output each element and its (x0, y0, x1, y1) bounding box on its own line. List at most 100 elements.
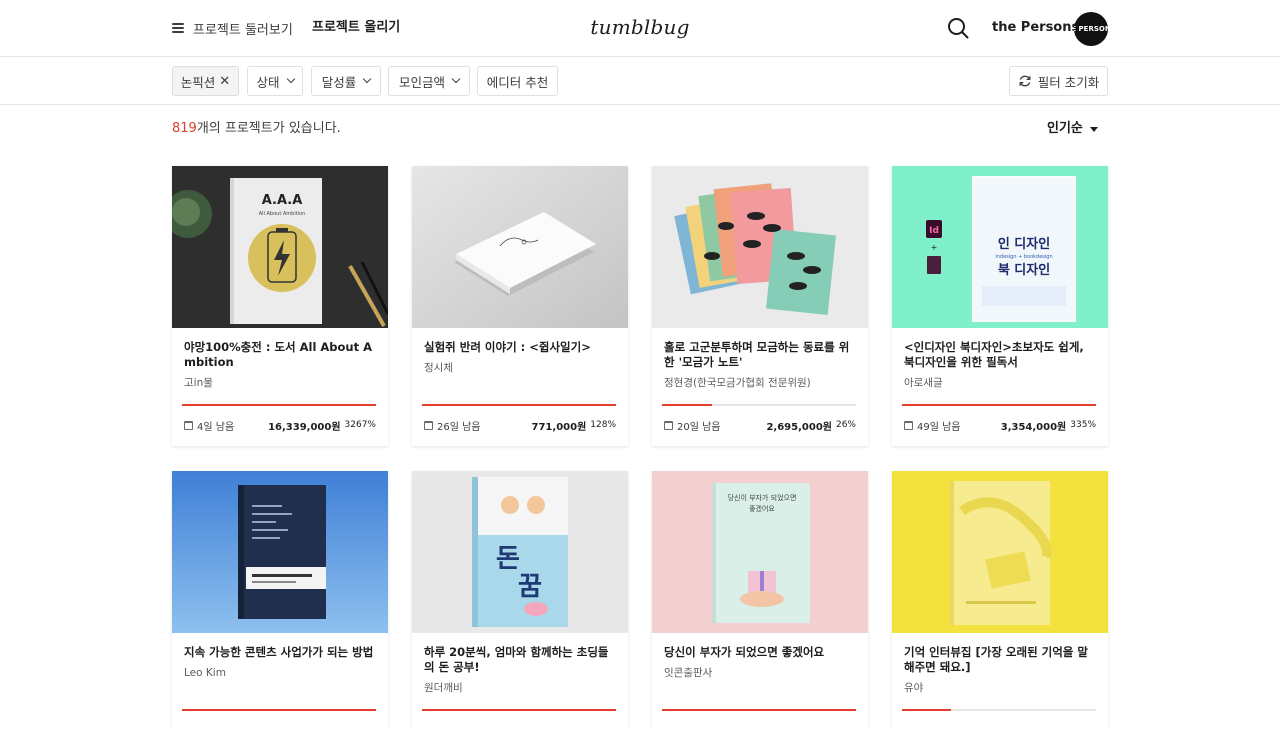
filter-reset-label: 필터 초기화 (1037, 74, 1100, 90)
funding-progress-fill (662, 404, 713, 406)
project-meta: 26일 남음 771,000원 128% (424, 418, 616, 433)
project-meta: 4일 남음 16,339,000원 3267% (184, 418, 376, 433)
project-thumbnail[interactable] (172, 471, 388, 633)
filter-achievement-label: 달성률 (321, 74, 357, 90)
filter-chip-category-label: 논픽션 (180, 74, 216, 90)
funding-progress-fill (422, 404, 616, 406)
project-creator[interactable]: 원더깨비 (424, 681, 463, 695)
project-card[interactable]: 당신이 부자가 되었으면 좋겠어요 당신이 부자가 되었으면 좋겠어요 잇콘출판… (652, 471, 868, 729)
funding-progress-fill (902, 404, 1096, 406)
funded-percent: 3267% (344, 420, 376, 430)
filter-editor-pick[interactable]: 에디터 추천 (477, 66, 558, 96)
user-name-link[interactable]: the Persons (992, 17, 1079, 39)
search-icon[interactable] (946, 16, 970, 40)
svg-text:+: + (931, 243, 938, 252)
filter-reset-button[interactable]: 필터 초기화 (1009, 66, 1108, 96)
project-meta: 49일 남음 3,354,000원 335% (904, 418, 1096, 433)
sort-dropdown[interactable]: 인기순 (1047, 119, 1098, 139)
project-creator[interactable]: 고in물 (184, 376, 213, 390)
project-title[interactable]: 하루 20분씩, 엄마와 함께하는 초딩들의 돈 공부! (424, 645, 618, 675)
funding-progress-bar (182, 709, 376, 711)
funding-progress-bar (662, 709, 856, 711)
refresh-icon (1019, 75, 1031, 87)
project-thumbnail[interactable]: 당신이 부자가 되었으면 좋겠어요 (652, 471, 868, 633)
funding-progress-bar (182, 404, 376, 406)
result-count-number: 819 (172, 121, 197, 136)
result-count-suffix: 개의 프로젝트가 있습니다. (196, 121, 341, 136)
project-thumbnail[interactable] (412, 166, 628, 328)
hamburger-menu-icon (172, 23, 184, 33)
funding-progress-fill (422, 709, 616, 711)
top-header: 프로젝트 둘러보기 프로젝트 올리기 tumblbug the Persons … (0, 0, 1280, 57)
funding-progress-bar (902, 709, 1096, 711)
filter-amount-label: 모인금액 (398, 74, 445, 90)
filter-dropdown-achievement[interactable]: 달성률 (311, 66, 381, 96)
project-thumbnail[interactable]: Id + 인 디자인 indesign + bookdesign 북 디자인 (892, 166, 1108, 328)
project-thumbnail[interactable]: A.A.A All About Ambition (172, 166, 388, 328)
project-creator[interactable]: 정시체 (424, 361, 453, 375)
indesign-icon: Id (929, 226, 939, 236)
funding-progress-bar (902, 404, 1096, 406)
project-title[interactable]: 기억 인터뷰집 [가장 오래된 기억을 말해주면 돼요.] (904, 645, 1098, 675)
caret-down-icon (1089, 126, 1098, 132)
funded-amount: 3,354,000원 (1000, 421, 1067, 433)
calendar-icon (904, 420, 913, 430)
project-card[interactable]: Id + 인 디자인 indesign + bookdesign 북 디자인 <… (892, 166, 1108, 446)
filter-editor-pick-label: 에디터 추천 (486, 74, 549, 90)
funded-percent: 335% (1070, 420, 1096, 430)
funded-amount: 2,695,000원 (766, 421, 832, 433)
book-title-rich: 당신이 부자가 되었으면 좋겠어요 (727, 494, 797, 513)
project-card[interactable]: 돈 꿈 하루 20분씩, 엄마와 함께하는 초딩들의 돈 공부! 원더깨비 (412, 471, 628, 729)
funded-amount: 16,339,000원 (268, 421, 341, 433)
funding-progress-bar (662, 404, 856, 406)
days-left: 26일 남음 (437, 421, 481, 433)
project-title[interactable]: 실험쥐 반려 이야기 : <쥡사일기> (424, 340, 618, 355)
project-title[interactable]: 당신이 부자가 되었으면 좋겠어요 (664, 645, 858, 660)
project-creator[interactable]: 아로새글 (904, 376, 943, 390)
days-left: 49일 남음 (917, 421, 961, 433)
close-icon[interactable]: ✕ (219, 74, 230, 89)
filter-dropdown-status[interactable]: 상태 (247, 66, 303, 96)
result-count: 819개의 프로젝트가 있습니다. (172, 119, 341, 139)
project-title[interactable]: 홀로 고군분투하며 모금하는 동료를 위한 '모금가 노트' (664, 340, 858, 370)
sort-label: 인기순 (1047, 121, 1083, 136)
project-thumbnail[interactable] (892, 471, 1108, 633)
funding-progress-fill (182, 404, 376, 406)
book-title-bookdesign: 북 디자인 (998, 262, 1050, 278)
project-creator[interactable]: 유야 (904, 681, 923, 695)
browse-projects-button[interactable]: 프로젝트 둘러보기 (172, 17, 293, 39)
project-title[interactable]: 지속 가능한 콘텐츠 사업가가 되는 방법 (184, 645, 378, 660)
user-avatar[interactable]: E PERSON (1074, 12, 1108, 46)
book-title-dream: 꿈 (518, 572, 542, 602)
calendar-icon (424, 420, 433, 430)
project-creator[interactable]: 정현경(한국모금가협회 전문위원) (664, 376, 811, 390)
chevron-down-icon (451, 74, 461, 84)
funding-progress-bar (422, 404, 616, 406)
book-title-indesign: 인 디자인 (998, 236, 1050, 252)
project-card[interactable]: 기억 인터뷰집 [가장 오래된 기억을 말해주면 돼요.] 유야 (892, 471, 1108, 729)
book-title-aaa: A.A.A (262, 193, 303, 208)
project-thumbnail[interactable]: 돈 꿈 (412, 471, 628, 633)
project-creator[interactable]: 잇콘출판사 (664, 666, 712, 680)
filter-chip-category[interactable]: 논픽션 ✕ (172, 66, 239, 96)
filter-dropdown-amount[interactable]: 모인금액 (388, 66, 470, 96)
create-project-link[interactable]: 프로젝트 올리기 (312, 17, 400, 39)
days-left: 20일 남음 (677, 421, 721, 433)
project-card[interactable]: 지속 가능한 콘텐츠 사업가가 되는 방법 Leo Kim (172, 471, 388, 729)
project-thumbnail[interactable] (652, 166, 868, 328)
project-creator[interactable]: Leo Kim (184, 666, 226, 680)
funding-progress-fill (182, 709, 376, 711)
project-card[interactable]: 홀로 고군분투하며 모금하는 동료를 위한 '모금가 노트' 정현경(한국모금가… (652, 166, 868, 446)
funding-progress-bar (422, 709, 616, 711)
project-card[interactable]: A.A.A All About Ambition 야망100%충전 : 도서 A… (172, 166, 388, 446)
project-title[interactable]: <인디자인 북디자인>초보자도 쉽게, 북디자인을 위한 필독서 (904, 340, 1098, 370)
chevron-down-icon (363, 74, 372, 84)
project-title[interactable]: 야망100%충전 : 도서 All About Ambition (184, 340, 378, 370)
filter-bar: 논픽션 ✕ 상태 달성률 모인금액 에디터 추천 필터 초기화 (0, 57, 1280, 105)
project-card[interactable]: 실험쥐 반려 이야기 : <쥡사일기> 정시체 26일 남음 771,000원 … (412, 166, 628, 446)
tumblbug-logo[interactable]: tumblbug (590, 12, 690, 42)
book-subtitle-indesign: indesign + bookdesign (995, 254, 1052, 260)
funded-percent: 26% (835, 420, 856, 430)
chevron-down-icon (286, 74, 295, 84)
days-left: 4일 남음 (197, 421, 235, 433)
